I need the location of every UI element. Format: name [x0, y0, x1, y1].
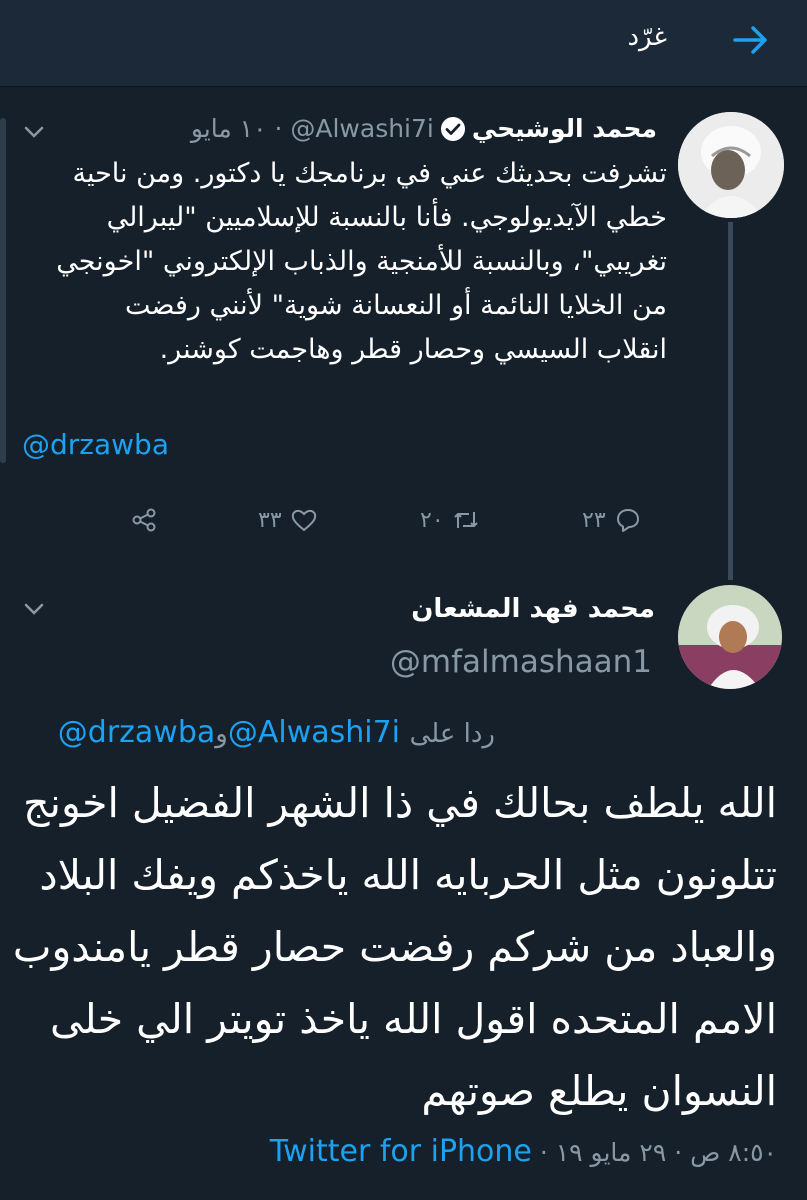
retweet-count: ٢٠ — [420, 507, 444, 533]
share-icon — [132, 508, 156, 532]
handle[interactable]: @mfalmashaan1 — [390, 644, 652, 680]
share-button[interactable] — [130, 500, 158, 540]
heart-icon — [291, 509, 316, 532]
like-count: ٣٣ — [258, 507, 282, 533]
page-title: غرّد — [627, 22, 667, 52]
tweet-time: ٨:٥٠ ص — [690, 1138, 777, 1167]
separator: · — [674, 1138, 683, 1167]
reply-conjunction: و — [215, 719, 228, 749]
tweet-meta: ٨:٥٠ ص · ٢٩ مايو ١٩ · Twitter for iPhone — [270, 1134, 777, 1169]
tweet-actions: ٣٣ ٢٠ ٢٣ — [0, 500, 807, 540]
avatar-photo-icon — [678, 585, 782, 689]
reply-count: ٢٣ — [582, 507, 606, 533]
chevron-down-icon[interactable] — [24, 602, 44, 616]
separator: · — [274, 114, 283, 143]
reply-icon — [616, 509, 639, 532]
retweet-icon — [453, 512, 478, 528]
tweet-text: تشرفت بحديثك عني في برنامجك يا دكتور. وم… — [56, 158, 667, 365]
verified-badge-icon — [440, 117, 465, 141]
tweet-date: ٢٩ مايو ١٩ — [555, 1138, 667, 1167]
back-arrow-icon[interactable] — [731, 20, 771, 60]
avatar-photo-icon — [678, 112, 784, 218]
reply-label: ردا على — [409, 719, 495, 749]
avatar[interactable] — [678, 112, 784, 218]
tweet-date[interactable]: ١٠ مايو — [191, 114, 267, 143]
handle[interactable]: @Alwashi7i — [290, 114, 433, 143]
display-name[interactable]: محمد فهد المشعان — [411, 594, 655, 624]
tweet-text: الله يلطف بحالك في ذا الشهر الفضيل اخونج… — [12, 779, 777, 1115]
display-name[interactable]: محمد الوشيحي — [472, 114, 657, 143]
scroll-indicator — [0, 118, 6, 463]
top-bar: غرّد — [0, 0, 807, 87]
like-button[interactable]: ٣٣ — [258, 500, 318, 540]
reply-button[interactable]: ٢٣ — [582, 500, 642, 540]
retweet-button[interactable]: ٢٠ — [420, 500, 480, 540]
avatar[interactable] — [678, 585, 782, 689]
reply-mention[interactable]: @Alwashi7i — [228, 715, 400, 750]
separator: · — [539, 1138, 548, 1167]
tweet-header: محمد الوشيحي @Alwashi7i · ١٠ مايو — [27, 114, 657, 143]
mention-link[interactable]: @drzawba — [22, 428, 169, 461]
reply-mention[interactable]: @drzawba — [58, 715, 215, 750]
source-link[interactable]: Twitter for iPhone — [270, 1134, 532, 1169]
reply-context: ردا على @Alwashi7iو@drzawba — [58, 715, 495, 750]
